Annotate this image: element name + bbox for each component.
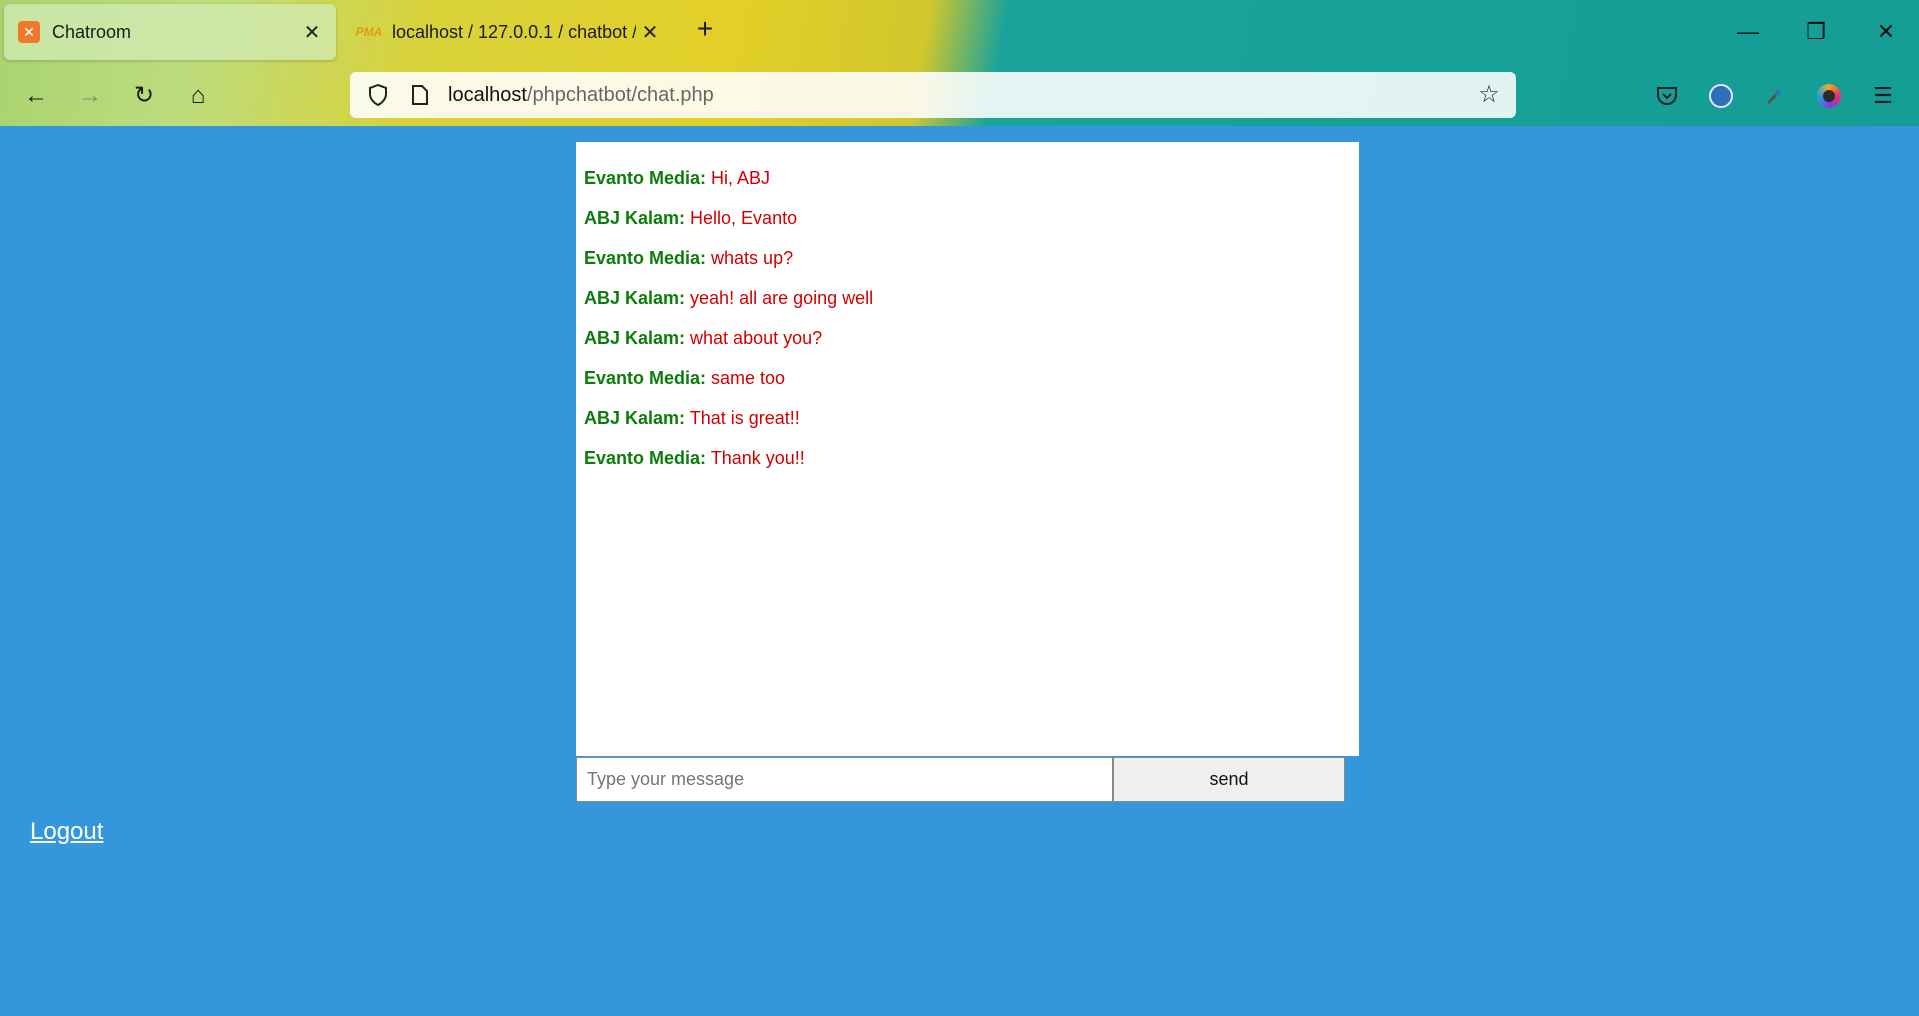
reload-icon[interactable]: ↻ <box>126 78 162 114</box>
shield-icon[interactable] <box>364 81 392 109</box>
restore-icon[interactable]: ❐ <box>1796 14 1836 50</box>
tab-title: Chatroom <box>52 21 132 42</box>
message-sender: Evanto Media: <box>584 248 707 268</box>
message-text: Hi, ABJ <box>706 168 771 188</box>
logout-link[interactable]: Logout <box>30 818 103 846</box>
chat-log[interactable]: Evanto Media: Hi, ABJ ABJ Kalam: Hello, E… <box>576 142 1359 756</box>
chat-message: ABJ Kalam: Hello, Evanto <box>584 206 1351 230</box>
browser-chrome: ✕ Chatroom ✕ PMA localhost / 127.0.0.1 /… <box>0 0 1919 126</box>
back-icon[interactable]: ← <box>18 78 54 114</box>
minimize-icon[interactable]: — <box>1728 14 1768 50</box>
menu-icon[interactable]: ☰ <box>1867 80 1899 112</box>
message-text: Hello, Evanto <box>685 208 798 228</box>
message-sender: Evanto Media: <box>584 448 707 468</box>
message-sender: Evanto Media: <box>584 368 707 388</box>
chat-message: Evanto Media: Thank you!! <box>584 446 1351 470</box>
eyedropper-icon[interactable] <box>1759 80 1791 112</box>
url-path: /phpchatbot/chat.php <box>526 83 714 106</box>
extension-color-ring-icon[interactable] <box>1813 80 1845 112</box>
page-icon <box>406 81 434 109</box>
close-tab-icon[interactable]: ✕ <box>636 20 664 45</box>
message-sender: ABJ Kalam: <box>584 288 686 308</box>
close-tab-icon[interactable]: ✕ <box>298 20 326 45</box>
url-host: localhost <box>448 83 527 106</box>
message-text: whats up? <box>706 248 794 268</box>
phpmyadmin-icon: PMA <box>355 25 383 39</box>
chat-message: Evanto Media: whats up? <box>584 246 1351 270</box>
xampp-icon: ✕ <box>18 21 40 43</box>
address-bar[interactable]: localhost/phpchatbot/chat.php ☆ <box>350 72 1516 118</box>
chat-message: Evanto Media: Hi, ABJ <box>584 166 1351 190</box>
message-text: Thank you!! <box>706 448 805 468</box>
message-sender: ABJ Kalam: <box>584 208 686 228</box>
close-window-icon[interactable]: ✕ <box>1866 14 1906 50</box>
bookmark-star-icon[interactable]: ☆ <box>1474 80 1504 110</box>
home-icon[interactable]: ⌂ <box>180 78 216 114</box>
forward-icon[interactable]: → <box>72 78 108 114</box>
pocket-icon[interactable] <box>1651 80 1683 112</box>
chat-message: ABJ Kalam: what about you? <box>584 326 1351 350</box>
navigation-bar: ← → ↻ ⌂ localhost/phpchatbot/chat.php ☆ … <box>0 64 1919 126</box>
message-text: yeah! all are going well <box>685 288 874 308</box>
message-composer: send <box>576 757 1345 802</box>
chat-message: ABJ Kalam: yeah! all are going well <box>584 286 1351 310</box>
new-tab-icon[interactable]: + <box>690 14 720 44</box>
message-sender: Evanto Media: <box>584 168 707 188</box>
chat-message: ABJ Kalam: That is great!! <box>584 406 1351 430</box>
tab-bar: ✕ Chatroom ✕ PMA localhost / 127.0.0.1 /… <box>0 0 1919 64</box>
account-avatar-icon[interactable] <box>1705 80 1737 112</box>
tab-chatroom[interactable]: ✕ Chatroom ✕ <box>4 4 336 60</box>
message-input[interactable] <box>576 757 1113 802</box>
chat-message: Evanto Media: same too <box>584 366 1351 390</box>
send-button[interactable]: send <box>1113 757 1345 802</box>
message-sender: ABJ Kalam: <box>584 408 686 428</box>
message-text: what about you? <box>685 328 823 348</box>
message-text: same too <box>706 368 786 388</box>
tab-phpmyadmin[interactable]: PMA localhost / 127.0.0.1 / chatbot / ✕ <box>344 4 674 60</box>
message-sender: ABJ Kalam: <box>584 328 686 348</box>
message-text: That is great!! <box>685 408 800 428</box>
tab-title: localhost / 127.0.0.1 / chatbot / <box>392 21 636 42</box>
